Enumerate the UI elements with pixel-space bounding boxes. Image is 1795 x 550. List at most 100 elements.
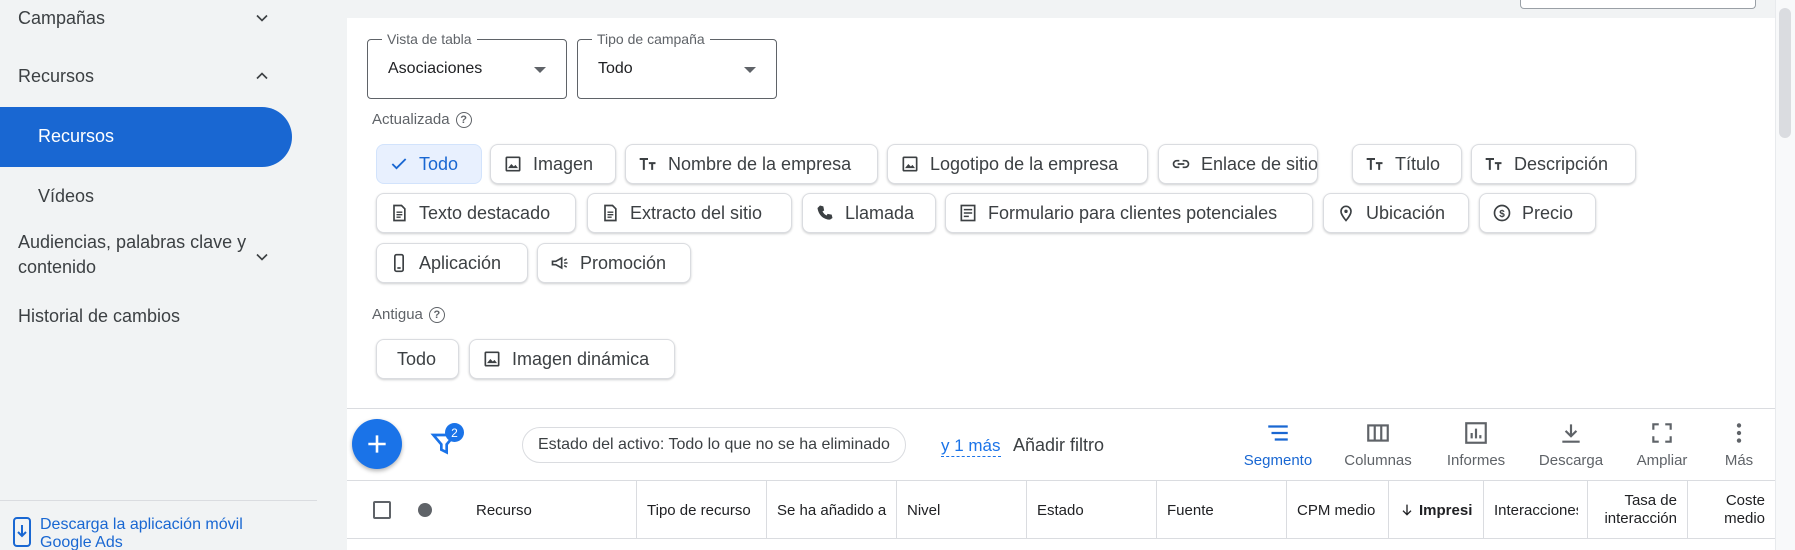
sort-down-icon <box>1402 504 1412 516</box>
chip-aplicacion[interactable]: Aplicación <box>376 243 528 283</box>
chip-label: Enlace de sitio <box>1201 153 1319 174</box>
mobile-download-icon <box>13 517 31 547</box>
nav-recursos-item[interactable]: Recursos <box>0 107 292 167</box>
chip-label: Todo <box>397 348 437 369</box>
add-button[interactable] <box>352 419 402 469</box>
col-tasa-interaccion[interactable]: Tasa de interacción <box>1587 481 1687 539</box>
col-tipo-recurso[interactable]: Tipo de recurso <box>636 481 766 539</box>
campaign-type-value: Todo <box>598 60 633 77</box>
chip-label: Imagen <box>533 153 594 174</box>
chip-imagen-dinamica[interactable]: Imagen dinámica <box>469 339 675 379</box>
col-impresiones-label: Impresi <box>1419 501 1473 519</box>
panel-divider <box>347 408 1775 409</box>
chip-promocion[interactable]: Promoción <box>537 243 691 283</box>
chip-label: Todo <box>419 153 459 174</box>
segment-button[interactable]: Segmento <box>1228 420 1328 469</box>
chip-formulario-clientes[interactable]: Formulario para clientes potenciales <box>945 193 1313 233</box>
download-app-label: Descarga la aplicación móvil Google Ads <box>40 516 243 550</box>
download-app-link[interactable]: Descarga la aplicación móvil Google Ads <box>12 516 270 550</box>
col-recurso[interactable]: Recurso <box>466 481 584 539</box>
scrollbar-thumb[interactable] <box>1779 8 1791 138</box>
col-anadido-a[interactable]: Se ha añadido a <box>766 481 896 539</box>
table-view-select[interactable]: Vista de tabla Asociaciones <box>367 31 567 99</box>
document-icon <box>604 204 617 222</box>
chip-ubicacion[interactable]: Ubicación <box>1323 193 1469 233</box>
legacy-label: Antigua <box>372 306 423 323</box>
download-button[interactable]: Descarga <box>1521 420 1621 469</box>
chip-label: Precio <box>1522 202 1574 223</box>
chip-extracto-sitio[interactable]: Extracto del sitio <box>587 193 792 233</box>
nav-historial[interactable]: Historial de cambios <box>18 306 180 327</box>
reports-icon <box>1465 422 1487 444</box>
status-filter-chip[interactable]: Estado del activo: Todo lo que no se ha … <box>522 427 906 463</box>
chip-nombre-empresa[interactable]: Nombre de la empresa <box>625 144 878 184</box>
chip-descripcion[interactable]: Descripción <box>1471 144 1636 184</box>
chip-logotipo-empresa[interactable]: Logotipo de la empresa <box>887 144 1148 184</box>
chip-precio[interactable]: $ Precio <box>1479 193 1596 233</box>
chip-legacy-todo[interactable]: Todo <box>376 339 459 379</box>
table-view-label: Vista de tabla <box>382 31 477 47</box>
filter-count-badge: 2 <box>445 423 464 442</box>
more-label: Más <box>1724 452 1754 469</box>
phone-icon <box>817 205 833 220</box>
segment-icon <box>1268 425 1288 441</box>
chip-todo[interactable]: Todo <box>376 144 482 184</box>
segment-label: Segmento <box>1243 452 1313 469</box>
col-impresiones[interactable]: Impresi <box>1388 481 1483 539</box>
chip-label: Descripción <box>1514 153 1609 174</box>
col-interacciones[interactable]: Interacciones <box>1483 481 1578 539</box>
columns-button[interactable]: Columnas <box>1328 420 1428 469</box>
download-label: Descarga <box>1538 452 1604 469</box>
chip-enlace-sitio[interactable]: Enlace de sitio <box>1158 144 1318 184</box>
col-nivel[interactable]: Nivel <box>896 481 1026 539</box>
top-input[interactable] <box>1520 0 1756 9</box>
more-filters-link[interactable]: y 1 más <box>941 436 1001 457</box>
help-icon[interactable]: ? <box>428 306 445 323</box>
chip-label: Ubicación <box>1366 202 1446 223</box>
col-estado[interactable]: Estado <box>1026 481 1156 539</box>
select-all-checkbox[interactable] <box>373 501 391 519</box>
dropdown-arrow-icon <box>534 67 546 73</box>
form-icon <box>960 204 976 222</box>
add-filter-button[interactable]: Añadir filtro <box>1013 435 1104 456</box>
text-icon <box>1485 158 1502 170</box>
help-icon[interactable]: ? <box>455 111 472 128</box>
nav-recursos-group[interactable]: Recursos <box>0 64 347 88</box>
col-cpm-medio[interactable]: CPM medio <box>1286 481 1396 539</box>
legacy-section-label: Antigua ? <box>372 306 445 323</box>
document-icon <box>393 204 406 222</box>
plus-icon <box>368 435 386 453</box>
more-button[interactable]: Más <box>1689 420 1789 469</box>
col-fuente[interactable]: Fuente <box>1156 481 1286 539</box>
price-icon: $ <box>1493 204 1511 222</box>
scrollbar[interactable] <box>1775 0 1795 550</box>
chip-titulo[interactable]: Título <box>1352 144 1462 184</box>
chip-imagen[interactable]: Imagen <box>490 144 616 184</box>
chip-label: Nombre de la empresa <box>668 153 852 174</box>
chip-texto-destacado[interactable]: Texto destacado <box>376 193 576 233</box>
chevron-down-icon <box>256 253 268 261</box>
nav-campanas[interactable]: Campañas <box>0 6 347 30</box>
text-icon <box>1366 158 1383 170</box>
reports-label: Informes <box>1446 452 1506 469</box>
chip-label: Formulario para clientes potenciales <box>988 202 1278 223</box>
table-view-value: Asociaciones <box>388 60 483 77</box>
megaphone-icon <box>551 256 568 270</box>
chip-label: Aplicación <box>419 252 502 273</box>
campaign-type-select[interactable]: Tipo de campaña Todo <box>577 31 777 99</box>
text-icon <box>639 158 656 170</box>
check-icon <box>391 158 407 170</box>
col-coste-medio[interactable]: Coste medio <box>1687 481 1775 539</box>
chip-label: Título <box>1395 153 1441 174</box>
nav-videos-item[interactable]: Vídeos <box>38 186 94 207</box>
mobile-icon <box>394 253 404 273</box>
nav-audiencias[interactable]: Audiencias, palabras clave y contenido <box>18 230 258 280</box>
chip-label: Llamada <box>845 202 915 223</box>
chip-label: Imagen dinámica <box>512 348 650 369</box>
chip-label: Logotipo de la empresa <box>930 153 1119 174</box>
reports-button[interactable]: Informes <box>1426 420 1526 469</box>
image-icon <box>484 351 500 367</box>
chip-llamada[interactable]: Llamada <box>802 193 936 233</box>
fullscreen-icon <box>1652 423 1672 443</box>
nav-campanas-label: Campañas <box>18 7 106 28</box>
